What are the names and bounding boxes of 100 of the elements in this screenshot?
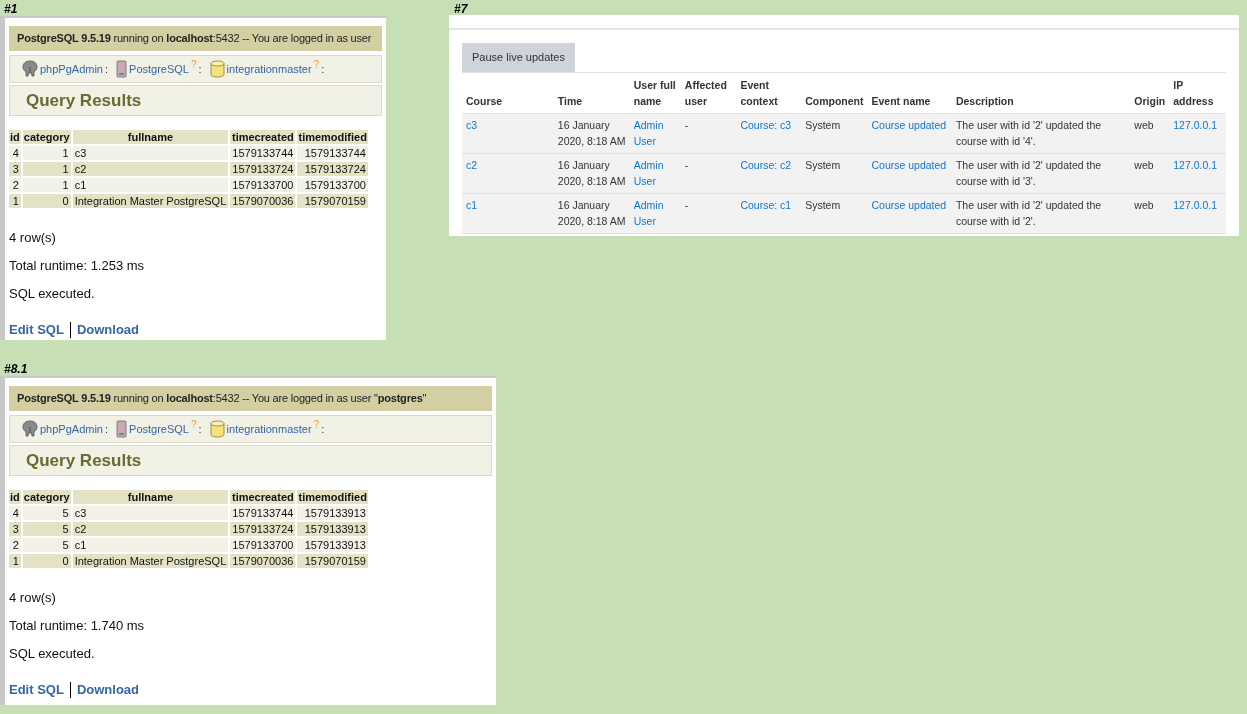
table-link[interactable]: Course: c3 [740, 116, 798, 133]
status-message: 4 row(s) [9, 590, 57, 606]
breadcrumb-separator: : [105, 422, 109, 437]
status-message: SQL executed. [9, 286, 96, 302]
breadcrumb-separator: : [105, 62, 109, 77]
table-link[interactable]: Course: c2 [740, 156, 798, 173]
breadcrumb-link[interactable]: integrationmaster [226, 421, 312, 438]
table-link[interactable]: Course updated [871, 116, 948, 133]
table-cell: 1579133724 [230, 522, 296, 536]
table-cell: c1 [72, 178, 229, 192]
table-link[interactable]: Course updated [871, 156, 948, 173]
table-cell: c3 [72, 506, 229, 520]
table-cell: 1 [9, 194, 21, 208]
table-cell: 5 [22, 506, 71, 520]
table-cell: 4 [9, 506, 21, 520]
screenshot-label: #8.1 [4, 361, 28, 378]
table-cell: c2 [72, 522, 229, 536]
table-cell: 2 [9, 178, 21, 192]
table-link[interactable]: 127.0.0.1 [1173, 196, 1222, 213]
table-link[interactable]: Course: c1 [740, 196, 798, 213]
pause-updates-button[interactable]: Pause live updates [462, 43, 575, 72]
table-link[interactable]: c3 [466, 116, 550, 133]
table-cell: 16 January 2020, 8:18 AM [553, 113, 630, 153]
column-header: timemodified [297, 130, 368, 144]
table-cell: System [801, 193, 868, 233]
table-cell: Integration Master PostgreSQL [72, 194, 229, 208]
table-cell: The user with id '2' updated the course with id '4'. [951, 113, 1131, 153]
table-link[interactable]: Admin User [633, 156, 677, 189]
table-cell: - [680, 113, 737, 153]
action-link[interactable]: Edit SQL [9, 322, 64, 338]
column-header: timecreated [230, 130, 296, 144]
column-header: id [9, 130, 21, 144]
table-link[interactable]: Course updated [871, 196, 948, 213]
column-header: Description [951, 72, 1131, 113]
table-cell: c3 [72, 146, 229, 160]
table-cell: The user with id '2' updated the course with id '2'. [951, 193, 1131, 233]
table-cell: 1579133913 [297, 506, 368, 520]
table-link[interactable]: 127.0.0.1 [1173, 116, 1222, 133]
table-cell: 2 [9, 538, 21, 552]
column-header: id [9, 490, 21, 504]
page-heading: Query Results [26, 89, 143, 112]
breadcrumb-separator: : [321, 422, 325, 437]
column-header: Origin [1130, 72, 1170, 113]
table-cell: c2 [72, 162, 229, 176]
page-heading: Query Results [26, 449, 143, 472]
table-cell: - [680, 193, 737, 233]
table-cell: 1 [22, 162, 71, 176]
column-header: fullname [72, 490, 229, 504]
column-header: User full name [629, 72, 681, 113]
status-message: Total runtime: 1.740 ms [9, 618, 146, 634]
table-link[interactable]: c1 [466, 196, 550, 213]
breadcrumb-link[interactable]: PostgreSQL [129, 61, 189, 78]
table-link[interactable]: Admin User [633, 116, 677, 149]
table-cell: web [1130, 153, 1170, 193]
column-header: category [22, 490, 71, 504]
screenshot-label: #1 [4, 1, 18, 18]
elephant-icon [22, 59, 38, 78]
table-cell: 1 [22, 178, 71, 192]
table-link[interactable]: c2 [466, 156, 550, 173]
column-header: Time [553, 72, 630, 113]
table-cell: System [801, 113, 868, 153]
action-link[interactable]: Download [76, 682, 139, 698]
status-message: Total runtime: 1.253 ms [9, 258, 146, 274]
elephant-icon [22, 419, 38, 438]
database-icon [209, 419, 225, 438]
screenshot-label: #7 [454, 1, 468, 18]
table-cell: 1579133724 [230, 162, 296, 176]
table-cell: 1579133724 [297, 162, 368, 176]
table-cell: 1 [22, 146, 71, 160]
table-link[interactable]: 127.0.0.1 [1173, 156, 1222, 173]
column-header: IP address [1169, 72, 1226, 113]
table-cell: 0 [22, 554, 71, 568]
breadcrumb-link[interactable]: phpPgAdmin [40, 61, 103, 78]
breadcrumb-separator: : [321, 62, 325, 77]
table-cell: 1579133700 [230, 538, 296, 552]
table-cell: - [680, 153, 737, 193]
table-cell: 3 [9, 162, 21, 176]
column-header: Event context [736, 72, 802, 113]
breadcrumb-link[interactable]: phpPgAdmin [40, 421, 103, 438]
table-cell: 1579133913 [297, 538, 368, 552]
table-cell: 5 [22, 538, 71, 552]
status-message: 4 row(s) [9, 230, 57, 246]
table-cell: 1579133700 [297, 178, 368, 192]
table-cell: c1 [72, 538, 229, 552]
table-cell: 0 [22, 194, 71, 208]
breadcrumb-link[interactable]: integrationmaster [226, 61, 312, 78]
action-link[interactable]: Download [76, 322, 139, 338]
table-cell: 5 [22, 522, 71, 536]
table-link[interactable]: Admin User [633, 196, 677, 229]
column-header: Course [462, 72, 554, 113]
table-cell: 1579070159 [297, 194, 368, 208]
action-link[interactable]: Edit SQL [9, 682, 64, 698]
breadcrumb-link[interactable]: PostgreSQL [129, 421, 189, 438]
table-cell: 1579133744 [297, 146, 368, 160]
table-cell: 1579070036 [230, 194, 296, 208]
table-cell: Integration Master PostgreSQL [72, 554, 229, 568]
column-header: Affected user [680, 72, 737, 113]
table-cell: 1579133744 [230, 146, 296, 160]
table-cell: 1579133744 [230, 506, 296, 520]
table-cell: 1 [9, 554, 21, 568]
